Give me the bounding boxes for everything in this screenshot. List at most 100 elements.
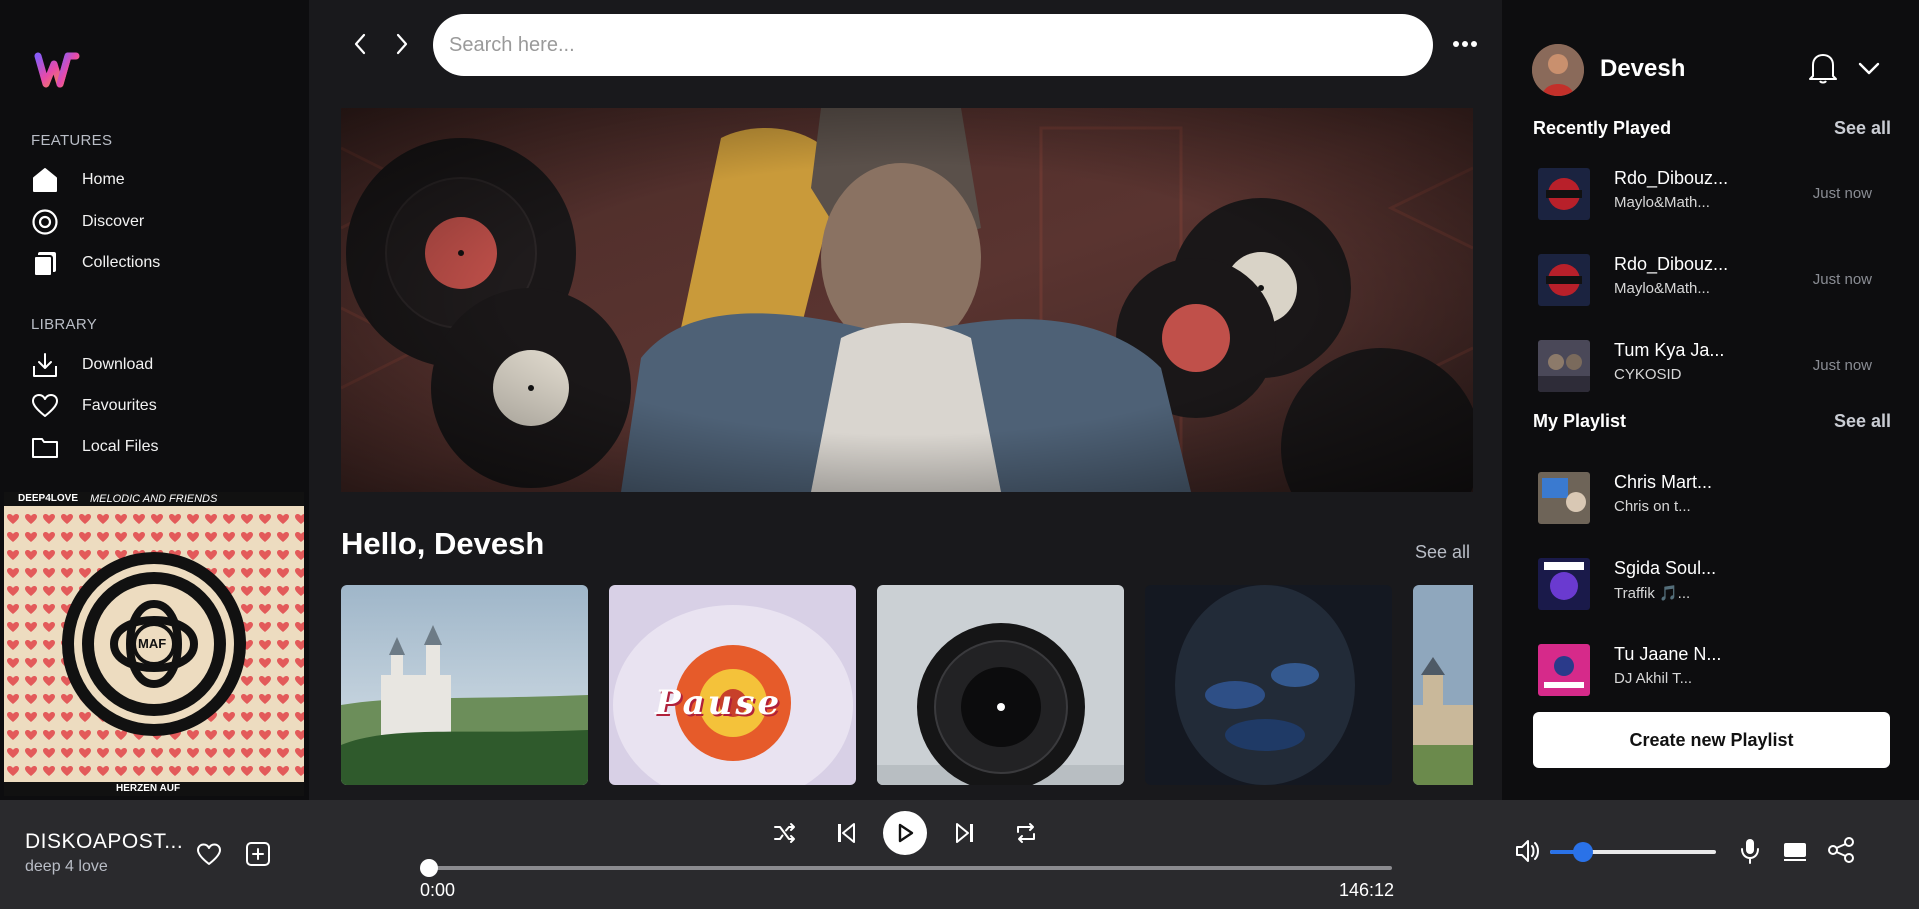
card-overlay-text: Pause — [655, 683, 783, 723]
avatar[interactable] — [1532, 44, 1584, 96]
total-time: 146:12 — [1339, 880, 1395, 900]
card-pause[interactable]: Pause — [609, 585, 856, 785]
my-playlist-heading: My Playlist — [1533, 411, 1627, 431]
music-app: FEATURES Home Discover Collections LIBRA… — [0, 0, 1919, 909]
playlist-item[interactable]: Sgida Soul... Traffik 🎵... — [1538, 554, 1898, 610]
queue-button[interactable] — [1780, 836, 1810, 866]
recent-track[interactable]: Tum Kya Ja... CYKOSID Just now — [1538, 336, 1898, 392]
track-time: Just now — [1812, 271, 1872, 288]
playlist-thumbnail — [1538, 472, 1590, 524]
track-title: Tum Kya Ja... — [1614, 340, 1725, 360]
sidebar-item-label: Favourites — [82, 397, 157, 414]
progress-knob[interactable] — [420, 859, 438, 877]
track-title: Rdo_Dibouz... — [1614, 254, 1729, 274]
card-image — [1413, 585, 1473, 785]
shuffle-icon — [774, 823, 795, 843]
home-icon — [30, 165, 60, 195]
sidebar-item-discover[interactable]: Discover — [30, 206, 144, 238]
see-all-link[interactable]: See all — [1415, 542, 1470, 563]
volume-button[interactable] — [1513, 836, 1543, 866]
like-button[interactable] — [192, 838, 226, 870]
heart-icon — [197, 843, 221, 865]
now-playing-album-art[interactable]: DEEP4LOVE MELODIC AND FRIENDS MAF HERZEN… — [4, 492, 304, 796]
recent-track[interactable]: Rdo_Dibouz... Maylo&Math... Just now — [1538, 250, 1898, 306]
hero-banner[interactable] — [341, 108, 1473, 492]
progress-bar[interactable] — [420, 859, 1392, 877]
card-palace[interactable] — [1413, 585, 1473, 785]
repeat-icon — [1017, 823, 1035, 843]
playlist-thumbnail — [1538, 558, 1590, 610]
shuffle-button[interactable] — [770, 818, 800, 848]
sidebar-item-home[interactable]: Home — [30, 164, 125, 196]
now-playing-title: DISKOAPOST... — [25, 830, 184, 853]
sidebar-item-local-files[interactable]: Local Files — [30, 431, 158, 463]
folder-icon — [30, 432, 60, 462]
next-button[interactable] — [950, 818, 980, 848]
create-playlist-button[interactable]: Create new Playlist — [1533, 712, 1890, 768]
track-artist: Maylo&Math... — [1614, 194, 1710, 211]
track-thumbnail — [1538, 340, 1590, 392]
track-thumbnail — [1538, 254, 1590, 306]
sidebar-item-label: Collections — [82, 254, 161, 271]
volume-slider[interactable] — [1550, 842, 1716, 862]
repeat-button[interactable] — [1011, 818, 1041, 848]
track-artist: CYKOSID — [1614, 366, 1682, 383]
discover-icon — [30, 207, 60, 237]
playlist-item[interactable]: Chris Mart... Chris on t... — [1538, 468, 1898, 524]
user-name[interactable]: Devesh — [1600, 55, 1685, 83]
library-heading: LIBRARY — [31, 316, 98, 333]
album-art-center-text: MAF — [138, 636, 167, 651]
recent-track[interactable]: Rdo_Dibouz... Maylo&Math... Just now — [1538, 164, 1898, 220]
avatar-image — [1532, 44, 1584, 96]
recently-played-see-all[interactable]: See all — [1834, 118, 1891, 139]
album-art-top-right-text: MELODIC AND FRIENDS — [90, 493, 218, 505]
chevron-right-icon — [396, 33, 408, 55]
card-dark[interactable] — [1145, 585, 1392, 785]
play-button[interactable] — [883, 811, 927, 855]
sidebar-item-favourites[interactable]: Favourites — [30, 390, 157, 422]
skip-previous-icon — [838, 823, 855, 843]
card-image — [877, 585, 1124, 785]
card-castle[interactable] — [341, 585, 588, 785]
playlist-title: Tu Jaane N... — [1614, 644, 1722, 664]
sidebar-item-collections[interactable]: Collections — [30, 247, 160, 279]
forward-button[interactable] — [387, 28, 417, 60]
back-button[interactable] — [345, 28, 375, 60]
card-image — [1145, 585, 1392, 785]
recently-played-heading: Recently Played — [1533, 118, 1672, 138]
notification-bell-icon[interactable] — [1808, 50, 1838, 84]
download-icon — [30, 350, 60, 380]
playlist-item[interactable]: Tu Jaane N... DJ Akhil T... — [1538, 640, 1898, 696]
chevron-left-icon — [354, 33, 366, 55]
track-time: Just now — [1812, 185, 1872, 202]
sidebar-item-label: Home — [82, 171, 125, 188]
previous-button[interactable] — [831, 818, 861, 848]
more-options-button[interactable] — [1445, 30, 1485, 58]
app-logo-icon[interactable] — [34, 46, 80, 92]
sidebar-item-label: Download — [82, 356, 154, 373]
microphone-icon — [1741, 839, 1759, 864]
album-art-top-left-text: DEEP4LOVE — [18, 493, 79, 504]
player-bar: DISKOAPOST... deep 4 love — [0, 800, 1919, 909]
sidebar-item-label: Local Files — [82, 438, 159, 455]
playlist-subtitle: DJ Akhil T... — [1614, 670, 1693, 687]
playlist-subtitle: Traffik 🎵... — [1614, 585, 1691, 602]
volume-icon — [1516, 840, 1539, 862]
card-lens[interactable] — [877, 585, 1124, 785]
playlist-thumbnail — [1538, 644, 1590, 696]
chevron-down-icon[interactable] — [1856, 56, 1882, 80]
playlist-subtitle: Chris on t... — [1614, 498, 1691, 515]
sidebar-item-download[interactable]: Download — [30, 349, 153, 381]
track-artist: Maylo&Math... — [1614, 280, 1710, 297]
add-square-icon — [246, 842, 270, 866]
features-heading: FEATURES — [31, 132, 113, 149]
play-icon — [898, 823, 914, 843]
lyrics-button[interactable] — [1735, 836, 1765, 866]
card-image — [341, 585, 588, 785]
search-input[interactable] — [433, 14, 1433, 76]
now-playing-artist: deep 4 love — [25, 858, 108, 875]
my-playlist-see-all[interactable]: See all — [1834, 411, 1891, 432]
add-to-playlist-button[interactable] — [242, 838, 274, 870]
playlist-title: Chris Mart... — [1614, 472, 1713, 492]
share-button[interactable] — [1825, 834, 1857, 866]
